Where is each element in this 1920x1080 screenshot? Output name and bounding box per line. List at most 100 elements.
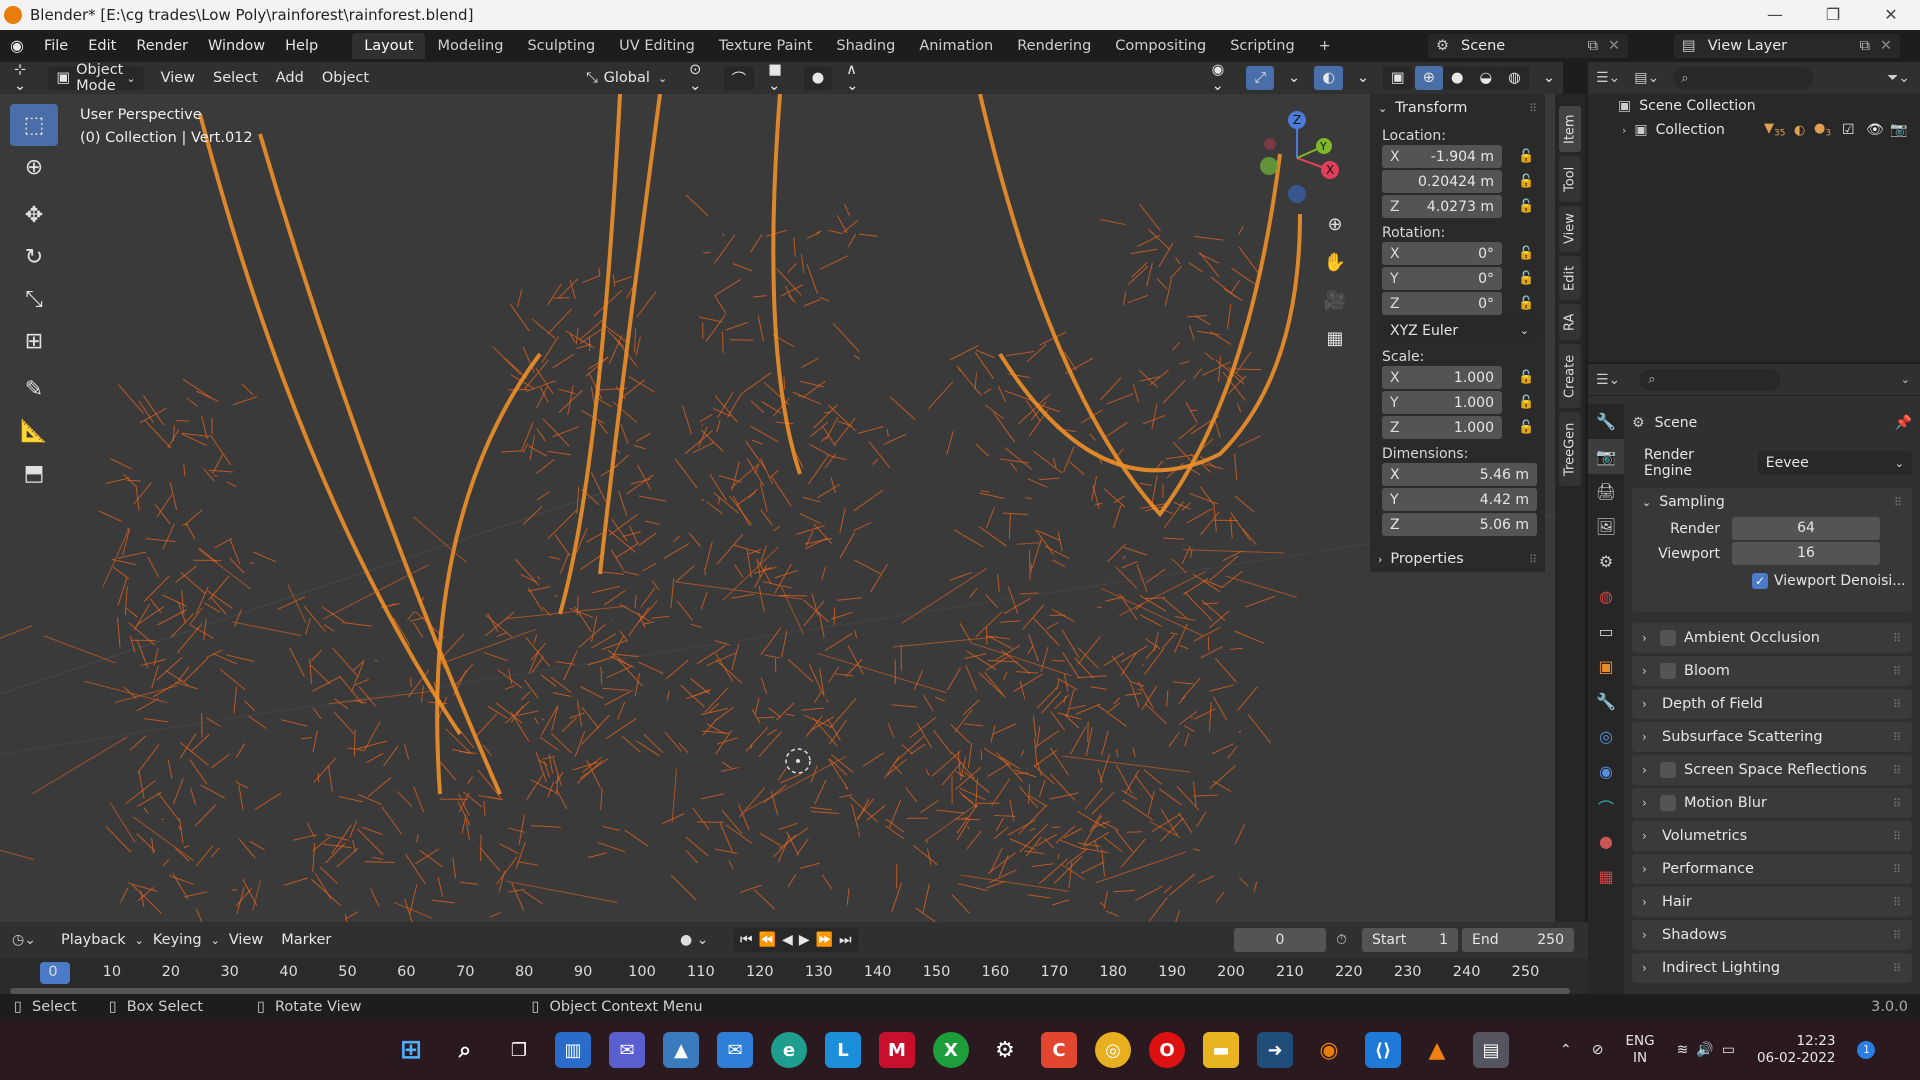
- end-frame-field[interactable]: End 250: [1462, 928, 1574, 952]
- pan-hand-icon[interactable]: ✋: [1320, 252, 1350, 290]
- viewport-menu-add[interactable]: Add: [267, 70, 313, 86]
- play-reverse-icon[interactable]: ◀: [782, 932, 793, 948]
- overlay-options-button[interactable]: ⌄: [1349, 66, 1377, 90]
- pin-icon[interactable]: 📌: [1895, 415, 1912, 431]
- tab-view[interactable]: View: [1559, 206, 1581, 252]
- minimize-button[interactable]: —: [1746, 0, 1804, 30]
- properties-header[interactable]: › Properties ⠿: [1370, 545, 1545, 573]
- drag-grip-icon[interactable]: ⠿: [1529, 553, 1537, 566]
- viewport-menu-view[interactable]: View: [152, 70, 204, 86]
- tab-ra[interactable]: RA: [1559, 304, 1581, 340]
- wifi-icon[interactable]: ≋: [1677, 1042, 1689, 1058]
- clock[interactable]: 12:23 06-02-2022: [1757, 1033, 1835, 1067]
- location-field[interactable]: 0.20424 m: [1382, 170, 1502, 193]
- blender-menu-icon[interactable]: ◉: [0, 30, 34, 62]
- constraints-tab-icon[interactable]: ⌒: [1588, 789, 1624, 824]
- timeline-menu-view[interactable]: View: [220, 932, 272, 948]
- timeline-menu-keying[interactable]: Keying: [144, 932, 211, 948]
- scene-tab-icon[interactable]: ⚙: [1588, 544, 1624, 579]
- transform-header[interactable]: ⌄ Transform ⠿: [1370, 94, 1545, 122]
- section-panel[interactable]: › Indirect Lighting ⠿: [1632, 953, 1912, 983]
- task-view-icon[interactable]: ❐: [501, 1032, 537, 1068]
- start-frame-field[interactable]: Start 1: [1362, 928, 1458, 952]
- dimension-field[interactable]: Z 5.06 m: [1382, 513, 1537, 536]
- editor-type-button[interactable]: ⊹ ⌄: [6, 62, 42, 94]
- menu-edit[interactable]: Edit: [78, 30, 126, 62]
- proportional-editing-toggle[interactable]: ●: [803, 66, 833, 90]
- start-menu-icon[interactable]: ⊞: [393, 1032, 429, 1068]
- exclude-checkbox-icon[interactable]: ☑: [1842, 122, 1855, 138]
- tab-uv-editing[interactable]: UV Editing: [607, 33, 707, 59]
- viewport-samples-field[interactable]: 16: [1732, 542, 1880, 565]
- chrome-icon[interactable]: ◎: [1095, 1032, 1131, 1068]
- section-panel[interactable]: › Volumetrics ⠿: [1632, 821, 1912, 851]
- outliner-search-input[interactable]: ⌕: [1673, 67, 1814, 89]
- drag-grip-icon[interactable]: ⠿: [1893, 731, 1902, 744]
- widgets-icon[interactable]: ▥: [555, 1032, 591, 1068]
- lock-icon[interactable]: 🔓: [1518, 199, 1534, 214]
- viewport-denoise-row[interactable]: ✓ Viewport Denoisi...: [1632, 566, 1912, 596]
- filter-icon[interactable]: ⏷⌄: [1887, 70, 1910, 86]
- jump-start-icon[interactable]: ⏮: [740, 932, 753, 948]
- shading-wireframe-button[interactable]: ⊕: [1414, 66, 1443, 90]
- properties-editor-type-button[interactable]: ☰⌄: [1596, 372, 1620, 388]
- drag-grip-icon[interactable]: ⠿: [1893, 797, 1902, 810]
- jump-keyframe-back-icon[interactable]: ⏪: [759, 932, 776, 948]
- app-arrow-icon[interactable]: ➜: [1257, 1032, 1293, 1068]
- render-engine-select[interactable]: Eevee ⌄: [1757, 451, 1912, 475]
- tab-texture-paint[interactable]: Texture Paint: [707, 33, 825, 59]
- dimension-field[interactable]: Y 4.42 m: [1382, 488, 1537, 511]
- new-view-layer-icon[interactable]: ⧉: [1860, 38, 1870, 54]
- lock-icon[interactable]: 🔓: [1518, 395, 1534, 410]
- section-checkbox[interactable]: [1660, 762, 1676, 778]
- tab-tool[interactable]: Tool: [1559, 156, 1581, 202]
- new-scene-icon[interactable]: ⧉: [1588, 38, 1598, 54]
- select-box-tool-icon[interactable]: ⬚: [10, 104, 58, 146]
- drag-grip-icon[interactable]: ⠿: [1893, 929, 1902, 942]
- tab-modeling[interactable]: Modeling: [425, 33, 515, 59]
- shading-options-button[interactable]: ⌄: [1535, 66, 1563, 90]
- tab-animation[interactable]: Animation: [907, 33, 1005, 59]
- checkbox-checked-icon[interactable]: ✓: [1752, 573, 1768, 589]
- view-layer-selector[interactable]: ▤ View Layer ⧉ ✕: [1674, 34, 1900, 58]
- lock-icon[interactable]: 🔓: [1518, 420, 1534, 435]
- active-app-icon[interactable]: ▤: [1473, 1032, 1509, 1068]
- move-tool-icon[interactable]: ✥: [10, 194, 58, 236]
- drag-grip-icon[interactable]: ⠿: [1893, 632, 1902, 645]
- delete-scene-icon[interactable]: ✕: [1608, 38, 1620, 54]
- viewport-menu-object[interactable]: Object: [313, 70, 378, 86]
- section-panel[interactable]: › Bloom ⠿: [1632, 656, 1912, 686]
- material-tab-icon[interactable]: ●: [1588, 824, 1624, 859]
- gizmo-options-button[interactable]: ⌄: [1280, 66, 1308, 90]
- photos-icon[interactable]: ▲: [663, 1032, 699, 1068]
- rotation-field[interactable]: X 0°: [1382, 242, 1502, 265]
- tab-shading[interactable]: Shading: [824, 33, 907, 59]
- visibility-toggle[interactable]: ◉ ⌄: [1204, 62, 1241, 94]
- rotation-field[interactable]: Y 0°: [1382, 267, 1502, 290]
- world-tab-icon[interactable]: ◍: [1588, 579, 1624, 614]
- rotation-field[interactable]: Z 0°: [1382, 292, 1502, 315]
- battery-icon[interactable]: ▭: [1722, 1042, 1735, 1058]
- lock-icon[interactable]: 🔓: [1518, 246, 1534, 261]
- timeline-ruler[interactable]: 0 10 20 30 40 50 60 70 80 90 100 110 120 130 140 150 160…: [0, 958, 1588, 994]
- eye-icon[interactable]: 👁: [1866, 122, 1884, 138]
- sampling-header[interactable]: ⌄ Sampling ⠿: [1632, 488, 1912, 516]
- settings-icon[interactable]: ⚙: [987, 1032, 1023, 1068]
- maximize-button[interactable]: ❐: [1804, 0, 1862, 30]
- falloff-button[interactable]: ∧ ⌄: [838, 62, 873, 94]
- output-tab-icon[interactable]: 🖨: [1588, 474, 1624, 509]
- zoom-icon[interactable]: ⊕: [1320, 214, 1350, 252]
- app-l-icon[interactable]: L: [825, 1032, 861, 1068]
- drag-grip-icon[interactable]: ⠿: [1893, 665, 1902, 678]
- mode-selector[interactable]: ▣ Object Mode ⌄: [48, 62, 144, 94]
- search-icon[interactable]: ⌕: [447, 1032, 483, 1068]
- xbox-icon[interactable]: X: [933, 1032, 969, 1068]
- scene-collection-row[interactable]: ▣ Scene Collection: [1588, 94, 1920, 118]
- scene-selector[interactable]: ⚙ Scene ⧉ ✕: [1428, 34, 1628, 58]
- properties-search-input[interactable]: ⌕: [1640, 368, 1781, 391]
- gizmo-toggle[interactable]: ⤢: [1246, 66, 1275, 90]
- navigation-gizmo[interactable]: Z X Y: [1252, 108, 1342, 208]
- vlc-icon[interactable]: ▲: [1419, 1032, 1455, 1068]
- menu-help[interactable]: Help: [275, 30, 328, 62]
- xray-toggle[interactable]: ▣: [1383, 66, 1413, 90]
